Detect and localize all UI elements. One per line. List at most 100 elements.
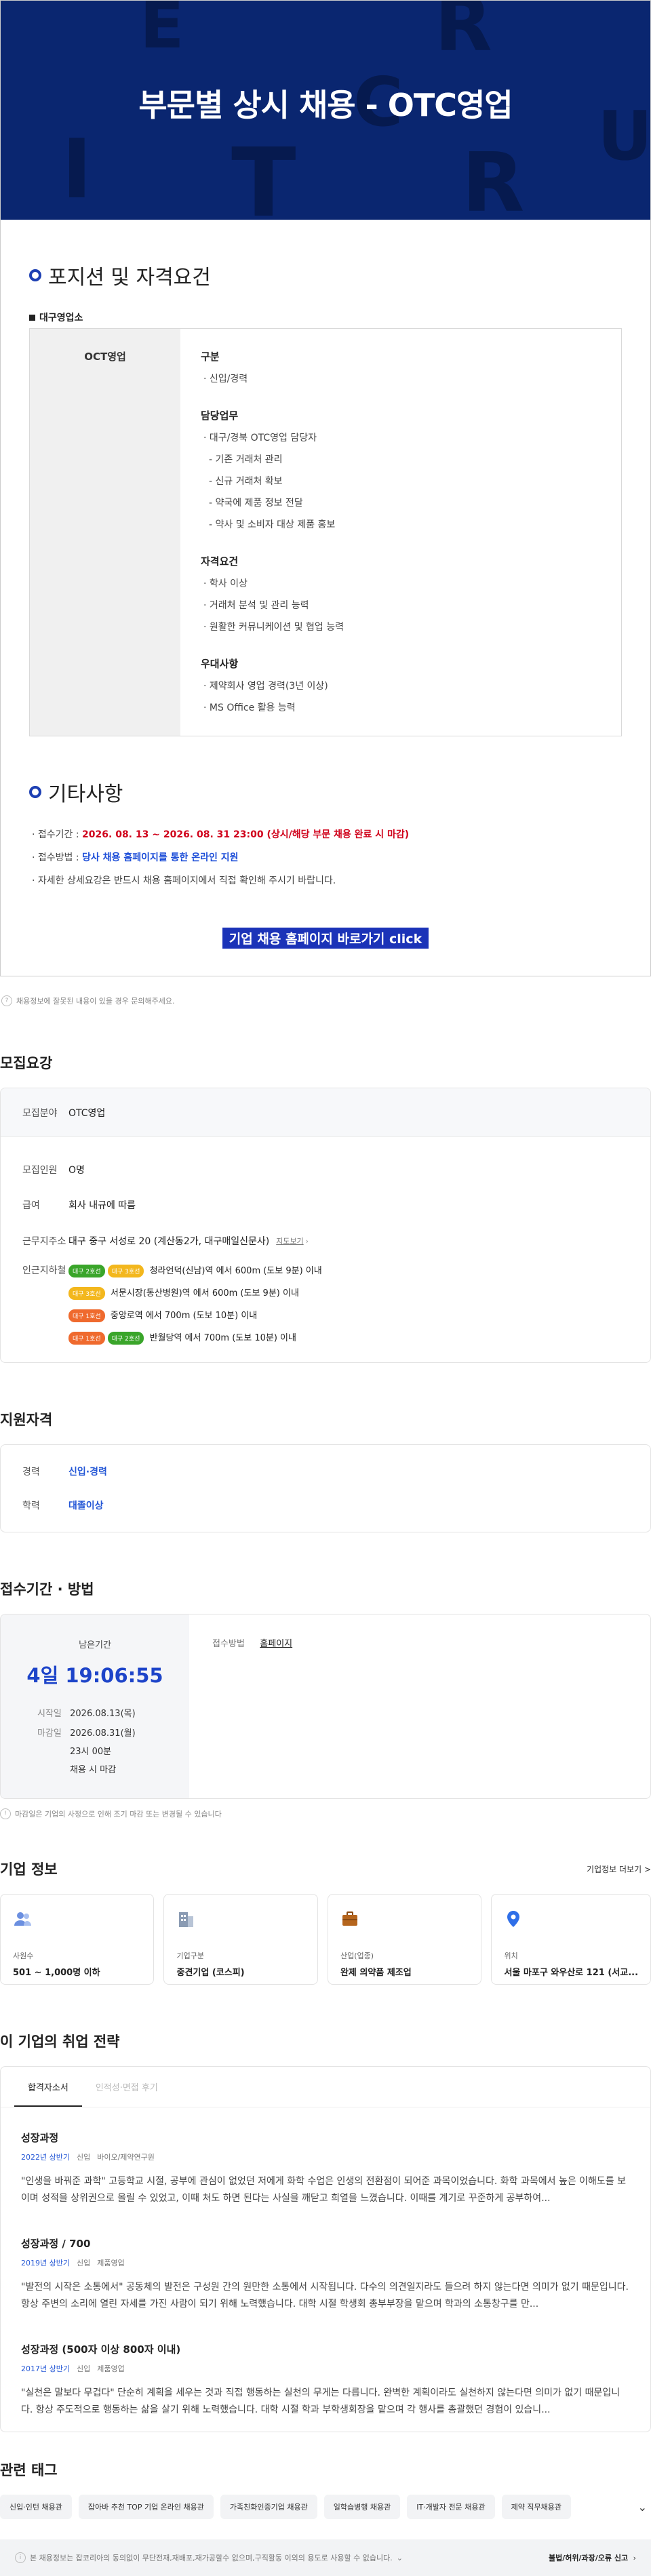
- station-list: 대구 2호선 대구 3호선 청라언덕(신남)역 에서 600m (도보 9분) 이…: [68, 1263, 322, 1351]
- tag-item[interactable]: 일학습병행 채용관: [323, 2495, 401, 2519]
- hero-deco-letter: T: [231, 128, 296, 220]
- req-item: · 학사 이상: [203, 578, 248, 589]
- qualification-card: 경력 신입·경력 학력 대졸이상: [0, 1444, 651, 1532]
- recruit-salary-row: 급여 회사 내규에 따름: [22, 1200, 136, 1211]
- story-item[interactable]: 성장과정 / 700 2019년 상반기 신입 제품영업 "발전의 시작은 소통에서…: [1, 2206, 650, 2312]
- tags-title: 관련 태그: [0, 2462, 58, 2478]
- story-item[interactable]: 성장과정 (500자 이상 800자 이내) 2017년 상반기 신입 제품영업 "…: [1, 2312, 650, 2418]
- position-role: OCT영업: [30, 329, 180, 736]
- position-requirements: 구분 · 신입/경력 담당업무 · 대구/경북 OTC영업 담당자 - 기존 거…: [180, 329, 621, 736]
- recruit-address-row: 근무지주소 대구 중구 서성로 20 (계산동2가, 대구매일신문사) 지도보기…: [22, 1235, 309, 1247]
- recruit-title: 모집요강: [0, 1055, 53, 1071]
- report-link[interactable]: 불법/허위/과장/오류 신고: [549, 2554, 628, 2562]
- company-title: 기업 정보: [0, 1861, 58, 1878]
- req-item: - 약국에 제품 정보 전달: [209, 498, 303, 509]
- tag-item[interactable]: 가족친화인증기업 채용관: [220, 2495, 317, 2519]
- position-table: OCT영업 구분 · 신입/경력 담당업무 · 대구/경북 OTC영업 담당자 …: [29, 328, 622, 736]
- career-row: 경력 신입·경력: [22, 1467, 107, 1478]
- subway-line-badge: 대구 1호선: [68, 1332, 105, 1345]
- hero-banner: E R C U I T R 부문별 상시 채용 - OTC영업: [0, 0, 651, 220]
- deadline-title: 접수기간 · 방법: [0, 1581, 94, 1598]
- strategy-title: 이 기업의 취업 전략: [0, 2034, 120, 2050]
- job-description-panel: 포지션 및 자격요건 대구영업소 OCT영업 구분 · 신입/경력 담당업무 ·…: [0, 220, 651, 976]
- req-head: 자격요건: [201, 555, 239, 568]
- square-bullet-icon: [29, 314, 35, 321]
- etc-period: · 접수기간 : 2026. 08. 13 ~ 2026. 08. 31 23:…: [32, 829, 410, 840]
- company-cards: 사원수 501 ~ 1,000명 이하 기업구분 중견기업 (코스피) 산업(업…: [0, 1894, 651, 1985]
- company-card-employees: 사원수 501 ~ 1,000명 이하: [0, 1894, 155, 1985]
- chevron-down-icon[interactable]: ⌄: [397, 2554, 403, 2562]
- tab-cover-letter[interactable]: 합격자소서: [14, 2067, 82, 2107]
- info-icon: ?: [1, 995, 12, 1006]
- remaining-time: 4일 19:06:55: [26, 1664, 163, 1687]
- position-section-title: 포지션 및 자격요건: [29, 260, 622, 290]
- req-item: - 기존 거래처 관리: [209, 454, 283, 465]
- company-card-location: 위치 서울 마포구 와우산로 121 (서교...: [491, 1894, 651, 1985]
- req-head: 구분: [201, 351, 220, 363]
- deadline-countdown: 남은기간 4일 19:06:55 시작일 2026.08.13(목) 마감일 2…: [1, 1614, 189, 1798]
- map-link[interactable]: 지도보기: [276, 1235, 303, 1246]
- company-card-industry: 산업(업종) 완제 의약품 제조업: [327, 1894, 482, 1985]
- ring-bullet-icon: [29, 269, 41, 281]
- building-icon: [179, 1912, 194, 1927]
- req-item: · MS Office 활용 능력: [203, 702, 296, 713]
- chevron-right-icon: ›: [633, 2554, 636, 2562]
- etc-detail: · 자세한 상세요강은 반드시 채용 홈페이지에서 직접 확인해 주시기 바랍니…: [32, 875, 336, 886]
- deadline-card: 남은기간 4일 19:06:55 시작일 2026.08.13(목) 마감일 2…: [0, 1614, 651, 1799]
- chevron-right-icon: ›: [305, 1236, 309, 1246]
- hero-deco-letter: E: [140, 0, 184, 63]
- hero-deco-letter: I: [62, 123, 92, 217]
- req-block: 자격요건 · 학사 이상 · 거래처 분석 및 관리 능력 · 원활한 커뮤니케…: [201, 554, 601, 633]
- req-item: · 원활한 커뮤니케이션 및 협업 능력: [203, 622, 344, 633]
- recruit-field-row: 모집분야 OTC영업: [1, 1088, 650, 1137]
- subway-line-badge: 대구 3호선: [107, 1265, 144, 1277]
- ring-bullet-icon: [29, 786, 41, 798]
- deadline-method: 접수방법 홈페이지: [212, 1639, 293, 1649]
- req-head: 담당업무: [201, 410, 239, 422]
- req-block: 구분 · 신입/경력: [201, 349, 601, 385]
- recruit-count-row: 모집인원 O명: [22, 1165, 85, 1176]
- tag-item[interactable]: 신입·인턴 채용관: [0, 2495, 72, 2519]
- req-item: · 거래처 분석 및 관리 능력: [203, 600, 309, 611]
- etc-method: · 접수방법 : 당사 채용 홈페이지를 통한 온라인 지원: [32, 852, 239, 863]
- subway-line-badge: 대구 1호선: [68, 1309, 105, 1322]
- tag-item[interactable]: IT·개발자 전문 채용관: [407, 2495, 495, 2519]
- subway-line-badge: 대구 3호선: [68, 1287, 105, 1300]
- company-more-link[interactable]: 기업정보 더보기 >: [587, 1863, 651, 1875]
- req-item: · 대구/경북 OTC영업 담당자: [203, 433, 317, 443]
- people-icon: [14, 1912, 31, 1926]
- req-item: - 신규 거래처 확보: [209, 476, 283, 487]
- footer-notice-bar: i 본 채용정보는 잡코리아의 동의없이 무단전재,재배포,재가공할수 없으며,…: [0, 2539, 651, 2576]
- recruit-card: 모집분야 OTC영업 모집인원 O명 급여 회사 내규에 따름 근무지주소 대구…: [0, 1088, 651, 1363]
- info-icon: i: [15, 2552, 26, 2563]
- story-item[interactable]: 성장과정 2022년 상반기 신입 바이오/제약연구원 "인생을 바꿔준 과학" 고…: [1, 2107, 650, 2206]
- tab-interview-review[interactable]: 인적성·면접 후기: [82, 2067, 172, 2107]
- education-row: 학력 대졸이상: [22, 1501, 104, 1511]
- station-item: 대구 1호선 중앙로역 에서 700m (도보 10분) 이내: [68, 1308, 322, 1322]
- req-item: · 제약회사 영업 경력(3년 이상): [203, 681, 328, 692]
- homepage-link[interactable]: 홈페이지: [260, 1639, 292, 1649]
- etc-section-title: 기타사항: [29, 777, 622, 807]
- subway-line-badge: 대구 2호선: [107, 1332, 144, 1345]
- company-card-type: 기업구분 중견기업 (코스피): [163, 1894, 318, 1985]
- company-homepage-button[interactable]: 기업 채용 홈페이지 바로가기 click: [222, 928, 429, 949]
- tag-list: 신입·인턴 채용관 잡아바 추천 TOP 기업 온라인 채용관 가족친화인증기업…: [0, 2495, 651, 2519]
- req-item: · 신입/경력: [203, 374, 248, 384]
- hero-deco-letter: R: [462, 136, 525, 220]
- req-block: 담당업무 · 대구/경북 OTC영업 담당자 - 기존 거래처 관리 - 신규 …: [201, 408, 601, 531]
- recruit-station-row: 인근지하철 대구 2호선 대구 3호선 청라언덕(신남)역 에서 600m (도보…: [1, 1263, 650, 1351]
- deadline-note: ! 마감일은 기업의 사정으로 인해 조기 마감 또는 변경될 수 있습니다: [0, 1799, 651, 1819]
- report-note: ? 채용정보에 잘못된 내용이 있을 경우 문의해주세요.: [0, 976, 651, 1006]
- station-item: 대구 3호선 서문시장(동산병원)역 에서 600m (도보 9분) 이내: [68, 1286, 322, 1300]
- station-item: 대구 2호선 대구 3호선 청라언덕(신남)역 에서 600m (도보 9분) 이…: [68, 1263, 322, 1277]
- tag-item[interactable]: 제약 직무채용관: [501, 2495, 571, 2519]
- info-icon: !: [0, 1808, 11, 1819]
- briefcase-icon: [342, 1911, 357, 1926]
- req-block: 우대사항 · 제약회사 영업 경력(3년 이상) · MS Office 활용 …: [201, 656, 601, 714]
- tag-item[interactable]: 잡아바 추천 TOP 기업 온라인 채용관: [78, 2495, 214, 2519]
- chevron-down-icon[interactable]: ⌄: [638, 2501, 651, 2514]
- req-item: - 약사 및 소비자 대상 제품 홍보: [209, 519, 336, 530]
- qualification-title: 지원자격: [0, 1412, 53, 1428]
- station-item: 대구 1호선 대구 2호선 반월당역 에서 700m (도보 10분) 이내: [68, 1330, 322, 1345]
- strategy-tabs: 합격자소서 인적성·면접 후기: [1, 2067, 650, 2107]
